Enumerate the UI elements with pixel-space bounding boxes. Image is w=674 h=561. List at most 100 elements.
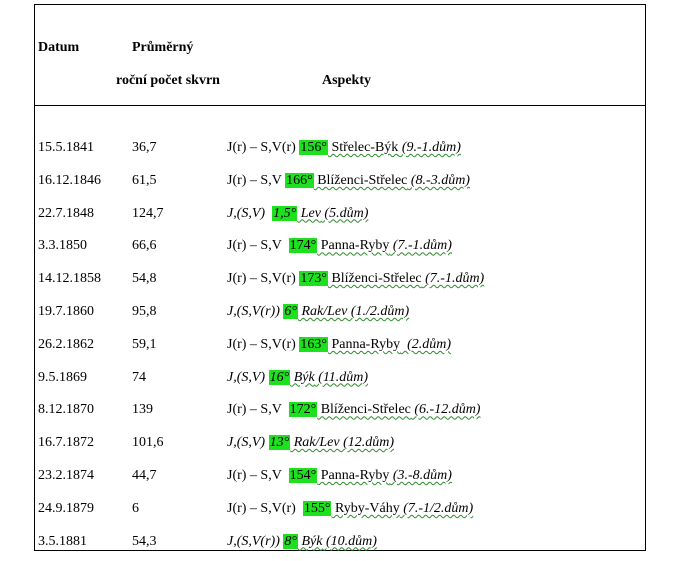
table-row: 22.7.1848 124,7 J,(S,V) 1,5° Lev (5.dům) [0,205,674,226]
aspect-cell: J,(S,V(r)) 8° Býk (10.dům) [227,533,377,550]
aspect-signs: Panna-Ryby [317,468,390,483]
aspect-cell: J(r) – S,V 154° Panna-Ryby (3.-8.dům) [227,468,452,484]
aspect-planets: J(r) – S,V [227,402,289,418]
aspect-planets: J(r) – S,V(r) [227,140,300,155]
sunspot-count-cell: 44,7 [132,468,157,483]
aspect-house: (1./2.dům) [347,304,410,319]
header-divider [34,105,646,106]
aspect-cell: J(r) – S,V(r) 163° Panna-Ryby (2.dům) [227,336,452,353]
date-cell: 9.5.1869 [38,369,87,385]
table-row: 14.12.1858 54,8 J(r) – S,V(r) 173° Blíženc… [0,271,674,291]
aspect-signs: Blíženci-Střelec [313,172,408,188]
aspect-cell: J,(S,V(r)) 6° Rak/Lev (1./2.dům) [227,304,409,320]
header-prumerny: Průměrný [132,40,194,55]
aspect-house: (5.dům) [320,205,369,221]
date-cell: 26.2.1862 [38,336,94,352]
aspect-degree-highlight: 173° [299,271,328,287]
aspect-house: (7.-1.dům) [421,271,485,287]
aspect-signs: Býk [290,369,315,385]
table-row: 24.9.1879 6 J(r) – S,V(r) 155° Ryby-Váhy (… [0,500,674,521]
date-cell: 23.2.1874 [38,468,94,483]
sunspot-count-cell: 139 [132,402,153,418]
sunspot-count-cell: 101,6 [132,435,164,451]
aspect-signs: Panna-Ryby [327,336,401,352]
aspect-cell: J(r) – S,V(r) 156° Střelec-Býk (9.-1.dům… [227,140,461,156]
aspect-signs: Býk [297,533,323,549]
header-aspekty: Aspekty [322,73,372,88]
table-row: 8.12.1870 139 J(r) – S,V 172° Blíženci-Stř… [0,402,674,422]
table-row: 9.5.1869 74 J,(S,V) 16° Býk (11.dům) [0,369,674,390]
aspect-cell: J(r) – S,V 172° Blíženci-Střelec (6.-12.… [227,402,480,418]
aspect-degree-highlight: 8° [283,533,298,549]
sunspot-count-cell: 36,7 [132,140,157,155]
sunspot-count-cell: 66,6 [132,238,157,254]
table-row: 26.2.1862 59,1 J(r) – S,V(r) 163° Panna-Ry… [0,336,674,357]
aspect-degree-highlight: 154° [288,468,318,483]
aspect-degree-highlight: 166° [285,172,314,188]
table-row: 19.7.1860 95,8 J,(S,V(r)) 6° Rak/Lev (1./2… [0,304,674,324]
table-row: 15.5.1841 36,7 J(r) – S,V(r) 156° Střelec-… [0,140,674,160]
aspect-planets: J(r) – S,V(r) [227,336,300,352]
aspect-planets: J,(S,V) [227,369,269,385]
header-rocni-pocet: roční počet skvrn [116,73,220,88]
aspect-house: (10.dům) [322,533,377,549]
aspect-signs: Blíženci-Střelec [317,402,411,418]
aspect-cell: J(r) – S,V 174° Panna-Ryby (7.-1.dům) [227,238,452,254]
date-cell: 15.5.1841 [38,140,94,155]
sunspot-count-cell: 95,8 [132,304,157,319]
aspect-signs: Rak/Lev [297,304,348,319]
aspect-signs: Panna-Ryby [317,238,390,254]
aspect-planets: J(r) – S,V(r) [227,271,300,287]
aspect-degree-highlight: 172° [288,402,318,418]
aspect-planets: J,(S,V) [227,205,273,221]
aspect-degree-highlight: 156° [299,140,328,155]
date-cell: 19.7.1860 [38,304,94,319]
sunspot-count-cell: 54,3 [132,533,157,549]
date-cell: 22.7.1848 [38,205,94,221]
sunspot-count-cell: 124,7 [132,205,164,221]
date-cell: 3.3.1850 [38,238,87,254]
sunspot-count-cell: 6 [132,500,139,516]
sunspot-count-cell: 54,8 [132,271,157,287]
aspect-signs: Ryby-Váhy [331,500,400,516]
aspect-degree-highlight: 174° [288,238,318,254]
date-cell: 8.12.1870 [38,402,94,418]
aspect-degree-highlight: 163° [299,336,328,352]
aspect-degree-highlight: 1,5° [272,205,298,221]
aspect-signs: Rak/Lev [290,435,340,451]
aspect-planets: J,(S,V(r)) [227,533,284,549]
aspect-planets: J(r) – S,V [227,468,289,483]
aspect-signs: Blíženci-Střelec [327,271,422,287]
aspect-cell: J(r) – S,V(r) 173° Blíženci-Střelec (7.-… [227,271,484,287]
date-cell: 16.7.1872 [38,435,94,451]
aspect-house: (6.-12.dům) [410,402,481,418]
aspect-cell: J,(S,V) 16° Býk (11.dům) [227,369,369,386]
table-row: 3.5.1881 54,3 J,(S,V(r)) 8° Býk (10.dům) [0,533,674,554]
aspect-cell: J,(S,V) 13° Rak/Lev (12.dům) [227,435,394,451]
aspect-degree-highlight: 155° [302,500,332,516]
aspect-planets: J,(S,V(r)) [227,304,284,319]
aspect-planets: J(r) – S,V [227,238,289,254]
table-row: 3.3.1850 66,6 J(r) – S,V 174° Panna-Ryby (… [0,238,674,258]
date-cell: 3.5.1881 [38,533,87,549]
sunspot-count-cell: 61,5 [132,172,157,188]
aspect-planets: J,(S,V) [227,435,269,451]
header-datum: Datum [38,40,80,55]
aspect-signs: Střelec-Býk [327,140,399,155]
table-row: 16.12.1846 61,5 J(r) – S,V 166° Blíženci-S… [0,172,674,193]
aspect-house: (8.-3.dům) [407,172,470,188]
aspect-degree-highlight: 6° [283,304,298,319]
aspect-cell: J(r) – S,V(r) 155° Ryby-Váhy (7.-1/2.dům… [227,500,474,517]
date-cell: 24.9.1879 [38,500,94,516]
aspect-house: (11.dům) [314,369,369,385]
aspect-house: (7.-1/2.dům) [399,500,474,516]
aspect-cell: J(r) – S,V 166° Blíženci-Střelec (8.-3.d… [227,172,470,189]
aspect-signs: Lev [297,205,321,221]
aspect-planets: J(r) – S,V [227,172,286,188]
sunspot-count-cell: 74 [132,369,146,385]
date-cell: 16.12.1846 [38,172,101,188]
table-row: 16.7.1872 101,6 J,(S,V) 13° Rak/Lev (12.dů… [0,435,674,455]
aspect-planets: J(r) – S,V(r) [227,500,303,516]
aspect-cell: J,(S,V) 1,5° Lev (5.dům) [227,205,369,222]
aspect-house: (2.dům) [400,336,452,352]
